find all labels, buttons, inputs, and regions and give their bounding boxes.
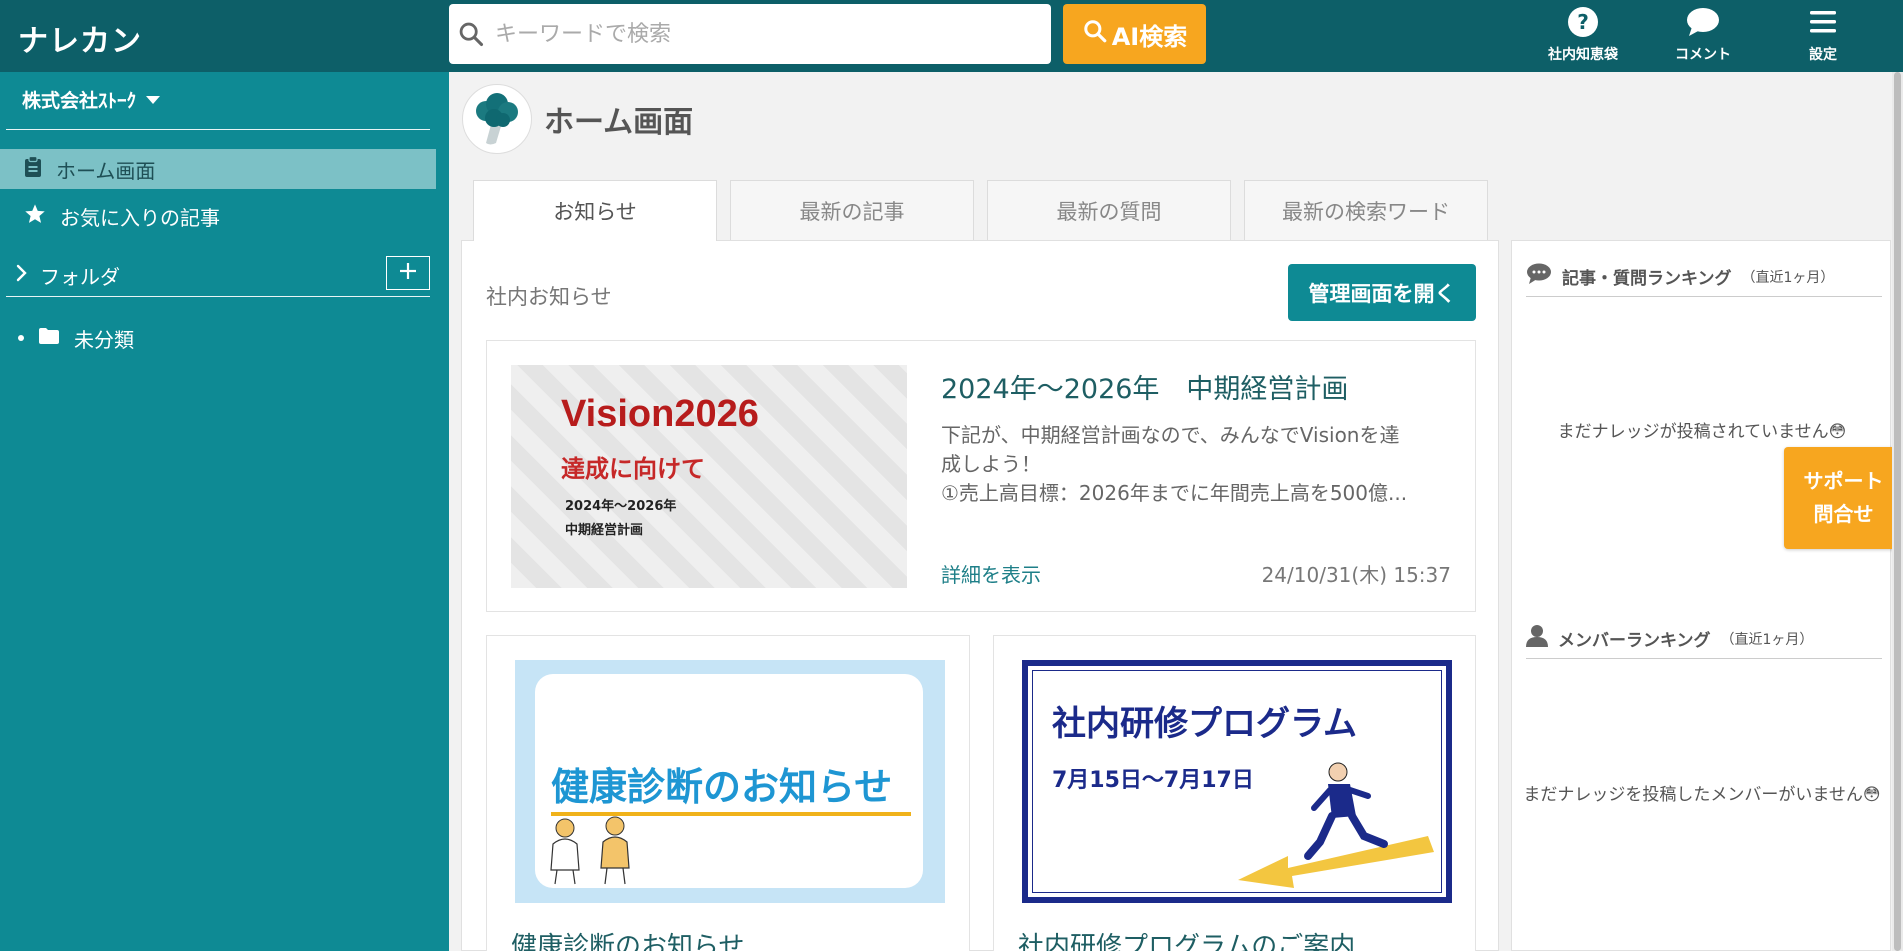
caret-down-icon	[146, 95, 161, 104]
divider	[6, 129, 430, 130]
notice-card-training[interactable]: 社内研修プログラム 7月15日〜7月17日 社内研修プログラムのご案内	[993, 635, 1476, 951]
sidebar-item-label: ホーム画面	[56, 158, 156, 183]
thumbnail-frame: 健康診断のお知らせ	[535, 674, 923, 888]
tab-latest-questions[interactable]: 最新の質問	[987, 180, 1231, 240]
ai-search-label: AI検索	[1111, 22, 1188, 51]
page-heading: ホーム画面	[462, 84, 693, 154]
notice-title[interactable]: 健康診断のお知らせ	[511, 926, 744, 951]
vertical-scrollbar[interactable]	[1892, 72, 1903, 951]
thumbnail-line: 2024年〜2026年	[565, 499, 677, 514]
sidebar: 株式会社ｽﾄｰｸ ホーム画面 お気に入りの記事 フォルダ 未分類	[0, 72, 449, 951]
notices-panel: 社内お知らせ 管理画面を開く Vision2026 達成に向けて 2024年〜2…	[461, 240, 1499, 951]
empty-ranking-message: まだナレッジを投稿したメンバーがいません😳	[1523, 785, 1881, 805]
settings-label: 設定	[1809, 47, 1837, 63]
user-icon	[1526, 624, 1548, 653]
search-icon	[457, 20, 485, 52]
bullet	[18, 335, 24, 341]
thumbnail-title: Vision2026	[561, 393, 759, 435]
app-header: ナレカン AI検索 ? 社内知恵袋 コメント 設定	[0, 0, 1903, 72]
comment-label: コメント	[1675, 47, 1731, 63]
notice-thumbnail: 健康診断のお知らせ	[515, 660, 945, 903]
notice-card-health[interactable]: 健康診断のお知らせ 健康診断のお知らせ	[486, 635, 970, 951]
comment-icon	[1648, 4, 1758, 40]
open-admin-button[interactable]: 管理画面を開く	[1288, 264, 1476, 321]
excerpt-line: 下記が、中期経営計画なので、みんなでVisionを達	[941, 423, 1400, 447]
knowledge-qa-button[interactable]: ? 社内知恵袋	[1528, 4, 1638, 68]
excerpt-line: 成しよう！	[941, 452, 1041, 476]
svg-text:?: ?	[1577, 10, 1589, 34]
sidebar-item-favorites[interactable]: お気に入りの記事	[0, 196, 436, 236]
excerpt-line: ①売上高目標：2026年までに年間売上高を500億...	[941, 481, 1408, 505]
ranking-period: （直近1ヶ月）	[1720, 631, 1814, 648]
ranking-panel: 記事・質問ランキング （直近1ヶ月） まだナレッジが投稿されていません😳 メンバ…	[1511, 240, 1891, 951]
folder-item-uncategorized[interactable]: 未分類	[0, 320, 436, 356]
folder-section-label: フォルダ	[40, 264, 120, 289]
thumbnail-subtitle: 達成に向けて	[561, 455, 705, 483]
tab-latest-search-words[interactable]: 最新の検索ワード	[1244, 180, 1488, 240]
sidebar-item-home[interactable]: ホーム画面	[0, 149, 436, 189]
doctor-illustration-icon	[550, 816, 630, 885]
article-ranking-header: 記事・質問ランキング （直近1ヶ月）	[1526, 257, 1882, 297]
notice-date: 24/10/31(木) 15:37	[1261, 563, 1451, 587]
plus-icon	[398, 261, 418, 285]
comment-button[interactable]: コメント	[1648, 4, 1758, 68]
search-input[interactable]	[495, 4, 1040, 64]
section-title: 社内お知らせ	[486, 285, 612, 309]
show-detail-link[interactable]: 詳細を表示	[941, 559, 1041, 588]
thumbnail-caption: 2024年〜2026年 中期経営計画	[565, 495, 676, 543]
member-ranking-header: メンバーランキング （直近1ヶ月）	[1526, 619, 1882, 659]
notice-title[interactable]: 2024年〜2026年 中期経営計画	[941, 367, 1348, 406]
clipboard-icon	[24, 155, 42, 183]
thumbnail-line: 中期経営計画	[565, 523, 644, 538]
star-icon	[24, 203, 46, 230]
support-label: 問合せ	[1813, 502, 1874, 526]
comment-icon	[1526, 263, 1552, 290]
notice-excerpt: 下記が、中期経営計画なので、みんなでVisionを達 成しよう！ ①売上高目標：…	[941, 421, 1451, 508]
empty-ranking-message: まだナレッジが投稿されていません😳	[1557, 422, 1847, 442]
ranking-period: （直近1ヶ月）	[1741, 269, 1835, 286]
add-folder-button[interactable]	[386, 256, 430, 290]
company-name: 株式会社ｽﾄｰｸ	[22, 90, 137, 112]
question-circle-icon: ?	[1528, 4, 1638, 40]
chevron-right-icon	[16, 263, 28, 287]
scrollbar-thumb[interactable]	[1894, 72, 1901, 951]
notice-title[interactable]: 社内研修プログラムのご案内	[1018, 926, 1355, 951]
search-icon	[1082, 18, 1108, 50]
notice-card-featured[interactable]: Vision2026 達成に向けて 2024年〜2026年 中期経営計画 202…	[486, 340, 1476, 612]
thumbnail-title: 健康診断のお知らせ	[551, 765, 893, 809]
broccoli-logo-icon	[462, 84, 532, 154]
app-logo[interactable]: ナレカン	[18, 16, 142, 60]
tab-notices[interactable]: お知らせ	[473, 180, 717, 241]
notice-thumbnail: 社内研修プログラム 7月15日〜7月17日	[1022, 660, 1452, 903]
runner-arrow-illustration-icon	[1238, 762, 1434, 888]
folder-toggle[interactable]: フォルダ	[0, 256, 436, 294]
support-label: サポート	[1803, 469, 1884, 493]
ai-search-button[interactable]: AI検索	[1063, 4, 1206, 64]
ranking-title: メンバーランキング	[1558, 631, 1711, 651]
notice-thumbnail: Vision2026 達成に向けて 2024年〜2026年 中期経営計画	[511, 365, 907, 588]
support-contact-button[interactable]: サポート 問合せ	[1784, 447, 1903, 549]
search-box[interactable]	[449, 4, 1051, 64]
settings-button[interactable]: 設定	[1768, 4, 1878, 68]
company-selector[interactable]: 株式会社ｽﾄｰｸ	[22, 86, 161, 113]
ranking-title: 記事・質問ランキング	[1562, 269, 1732, 289]
sidebar-item-label: お気に入りの記事	[60, 205, 220, 230]
folder-icon	[38, 326, 60, 350]
divider	[6, 296, 430, 297]
folder-label: 未分類	[74, 327, 134, 352]
page-title: ホーム画面	[544, 105, 694, 140]
knowledge-qa-label: 社内知恵袋	[1548, 47, 1618, 63]
thumbnail-title: 社内研修プログラム	[1052, 704, 1357, 744]
menu-icon	[1768, 4, 1878, 40]
thumbnail-subtitle: 7月15日〜7月17日	[1052, 768, 1254, 793]
tab-latest-articles[interactable]: 最新の記事	[730, 180, 974, 240]
